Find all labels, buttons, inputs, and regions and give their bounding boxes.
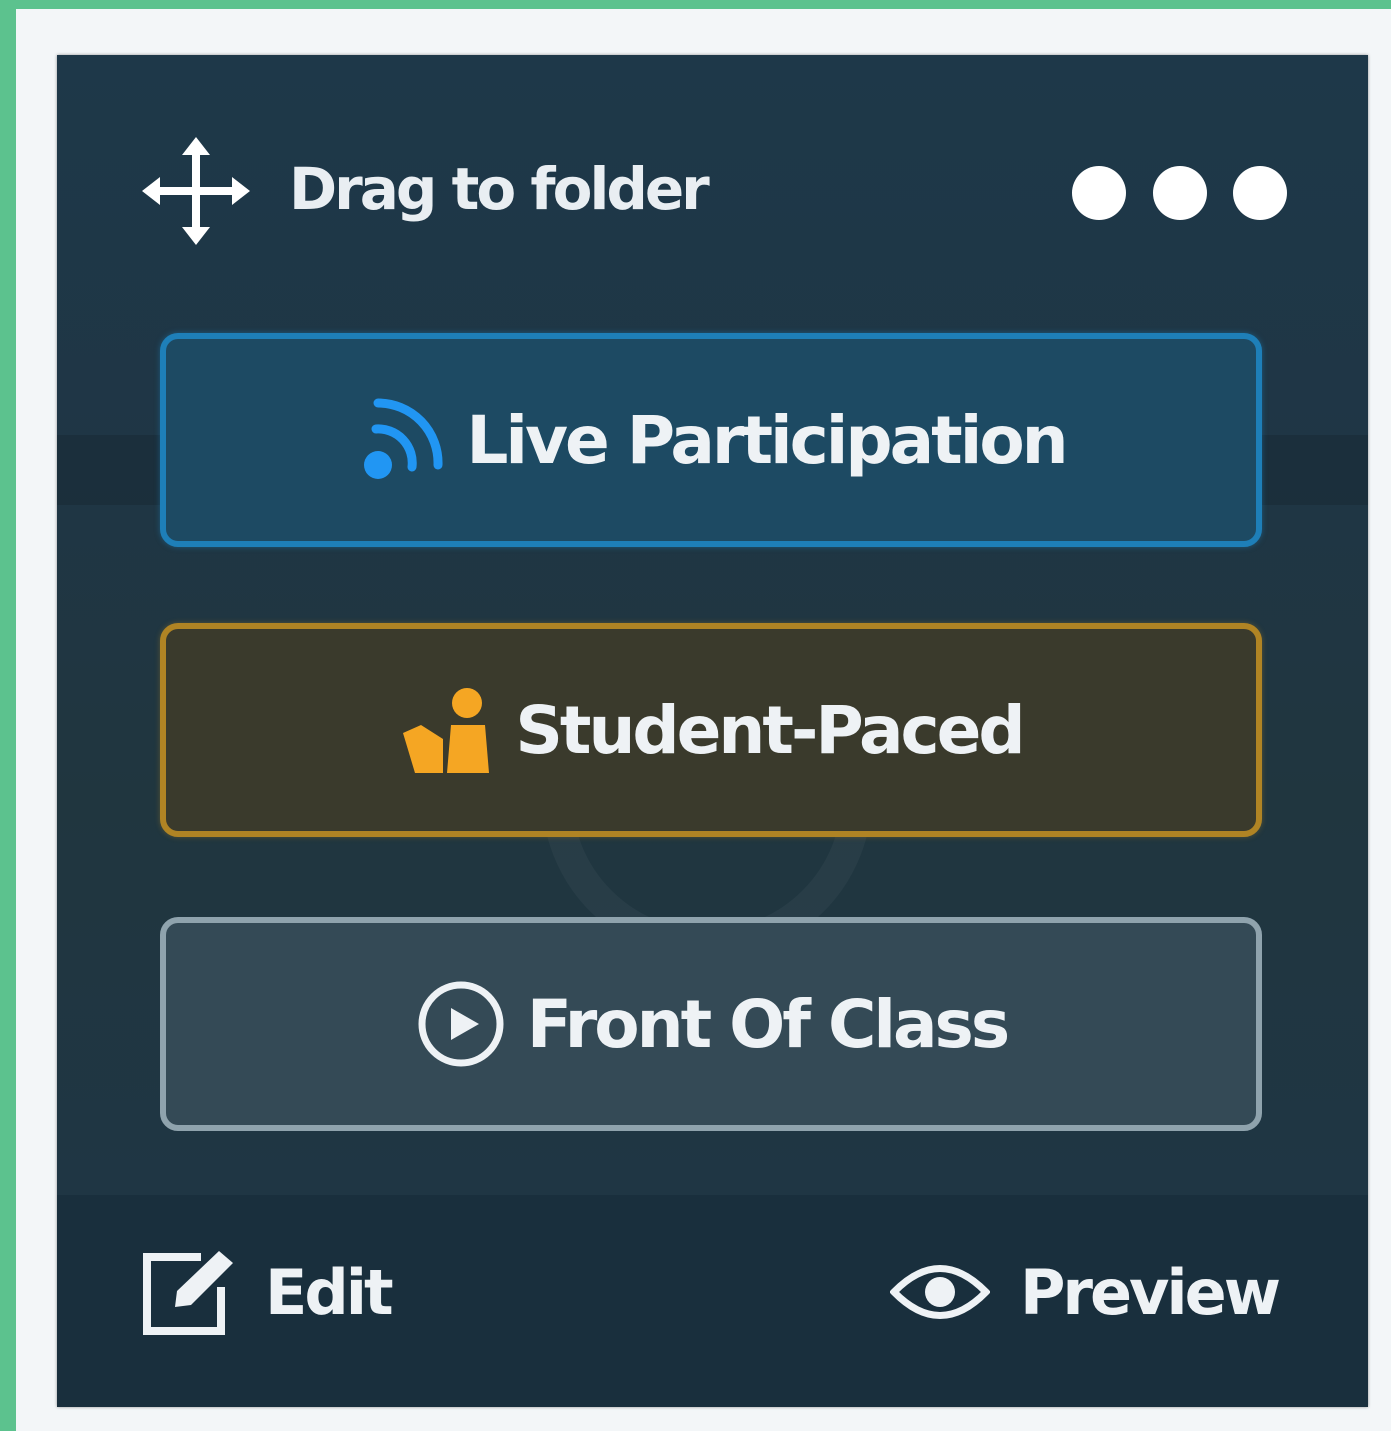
student-reading-icon <box>403 688 490 773</box>
live-participation-label: Live Participation <box>466 401 1068 479</box>
drag-to-folder-label: Drag to folder <box>289 155 710 223</box>
student-paced-label: Student-Paced <box>515 691 1025 769</box>
edit-icon <box>143 1251 233 1335</box>
edit-button[interactable]: Edit <box>139 1237 394 1347</box>
preview-label: Preview <box>1019 1255 1281 1329</box>
card-footer: Edit Preview <box>57 1195 1368 1407</box>
front-of-class-label: Front Of Class <box>526 985 1010 1063</box>
more-options-button[interactable] <box>1072 161 1287 225</box>
front-of-class-button[interactable]: Front Of Class <box>160 917 1262 1131</box>
edit-label: Edit <box>265 1255 394 1329</box>
more-horizontal-icon-dot <box>1233 166 1287 220</box>
more-horizontal-icon-dot <box>1152 166 1207 220</box>
preview-button[interactable]: Preview <box>889 1237 1281 1347</box>
live-broadcast-icon <box>364 398 443 479</box>
eye-icon <box>889 1265 990 1319</box>
lesson-card-overlay: Drag to folder Live Participation Studen… <box>57 55 1368 1407</box>
card-header: Drag to folder <box>142 137 1287 247</box>
student-paced-button[interactable]: Student-Paced <box>160 623 1262 837</box>
live-participation-button[interactable]: Live Participation <box>160 333 1262 547</box>
play-circle-icon <box>418 981 504 1067</box>
move-arrows-icon[interactable] <box>142 137 250 245</box>
more-horizontal-icon <box>1072 166 1126 220</box>
